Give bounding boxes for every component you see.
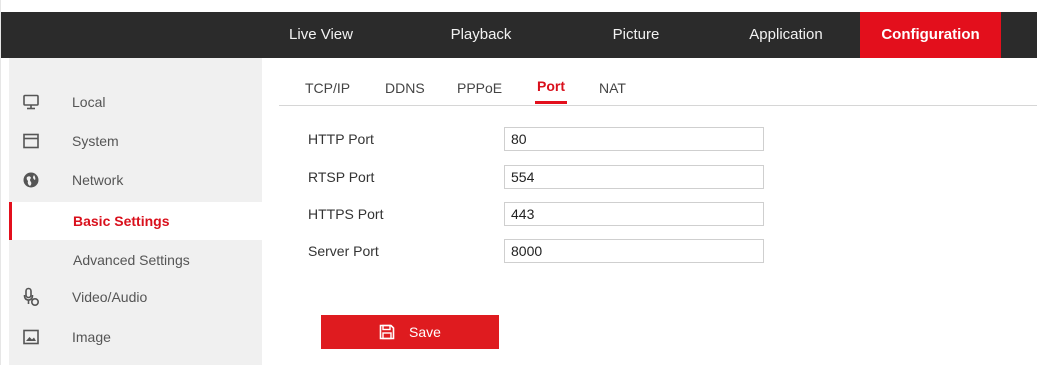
network-tabs: TCP/IP DDNS PPPoE Port NAT [279,74,1037,106]
sidebar-item-label: Image [72,329,111,345]
tab-ddns[interactable]: DDNS [385,80,425,106]
tab-tcpip[interactable]: TCP/IP [305,80,350,106]
sidebar-item-local[interactable]: Local [9,83,262,121]
tab-port[interactable]: Port [535,78,567,104]
image-icon [21,327,41,347]
nav-configuration[interactable]: Configuration [860,12,1001,58]
tab-nat[interactable]: NAT [599,80,626,106]
floppy-disk-icon [379,324,395,340]
system-icon [21,131,41,151]
http-port-label: HTTP Port [308,131,374,147]
globe-icon [21,170,41,190]
nav-playback[interactable]: Playback [431,12,531,58]
top-navigation-bar: Live View Playback Picture Application C… [1,12,1037,58]
sidebar-item-label: Video/Audio [72,289,148,305]
sidebar-item-label: Basic Settings [73,213,170,229]
sidebar-item-label: Local [72,94,106,110]
sidebar-item-image[interactable]: Image [9,318,262,356]
sidebar-item-label: Advanced Settings [73,252,190,268]
server-port-label: Server Port [308,243,379,259]
sidebar-item-label: System [72,133,119,149]
http-port-input[interactable] [504,127,764,151]
sidebar-item-label: Network [72,172,124,188]
monitor-icon [21,92,41,112]
rtsp-port-label: RTSP Port [308,169,375,185]
https-port-label: HTTPS Port [308,206,384,222]
tab-pppoe[interactable]: PPPoE [457,80,502,106]
sidebar-item-network[interactable]: Network [9,161,262,199]
app-window: Live View Playback Picture Application C… [0,0,1037,365]
sidebar-item-basic-settings[interactable]: Basic Settings [9,202,262,240]
save-button[interactable]: Save [321,315,499,349]
https-port-input[interactable] [504,202,764,226]
nav-live-view[interactable]: Live View [276,12,366,58]
nav-picture[interactable]: Picture [591,12,681,58]
rtsp-port-input[interactable] [504,165,764,189]
sidebar: Local System Network Basic Settings Adva… [9,58,262,365]
sidebar-item-advanced-settings[interactable]: Advanced Settings [9,241,262,279]
save-button-label: Save [409,324,441,340]
microphone-icon [21,287,41,307]
sidebar-item-video-audio[interactable]: Video/Audio [9,278,262,316]
nav-application[interactable]: Application [731,12,841,58]
sidebar-item-system[interactable]: System [9,122,262,160]
server-port-input[interactable] [504,239,764,263]
